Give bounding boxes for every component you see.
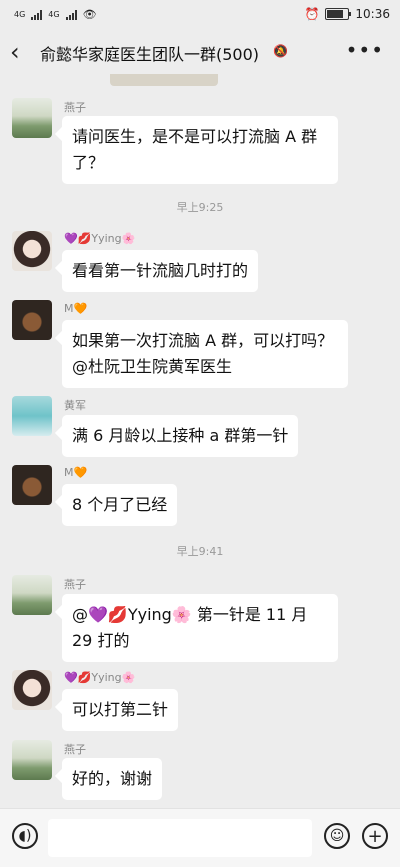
voice-icon[interactable]: ◖) [12,823,38,849]
message-bubble[interactable]: 8 个月了已经 [62,484,178,526]
plus-icon[interactable]: + [362,823,388,849]
sender-name: 燕子 [64,101,86,114]
avatar[interactable] [12,396,52,436]
sender-name: 💜💋Yying🌸 [64,671,136,684]
sender-name: 燕子 [64,743,86,756]
timestamp: 早上9:41 [176,545,224,558]
sender-name: M🧡 [64,302,88,315]
status-bar: 4G 4G 👁 ⏰ 10:36 [0,0,400,30]
avatar[interactable] [12,740,52,780]
avatar[interactable] [12,575,52,615]
eye-icon: 👁 [82,8,97,21]
message-bubble[interactable]: @💜💋Yying🌸 第一针是 11 月 29 打的 [62,594,338,662]
avatar[interactable] [12,670,52,710]
message-bubble[interactable]: 如果第一次打流脑 A 群，可以打吗？@杜阮卫生院黄军医生 [62,320,348,388]
message-bubble[interactable]: 满 6 月龄以上接种 a 群第一针 [62,415,299,457]
sender-name: M🧡 [64,466,88,479]
back-arrow-icon[interactable]: ‹ [10,38,34,66]
signal-icon [31,9,43,20]
image-message-fragment[interactable] [110,74,218,86]
avatar[interactable] [12,465,52,505]
mute-bell-icon: 🔕 [273,44,288,58]
alarm-icon: ⏰ [304,7,320,21]
sender-name: 黄军 [64,399,86,412]
chat-title: 俞懿华家庭医生团队一群(500) [40,45,260,64]
message-input[interactable] [48,819,312,857]
message-bubble[interactable]: 可以打第二针 [62,689,179,731]
more-icon[interactable]: ••• [346,38,384,62]
network-type-2: 4G [48,10,60,19]
avatar[interactable] [12,231,52,271]
network-type-1: 4G [14,10,26,19]
clock-time: 10:36 [355,7,390,21]
timestamp: 早上9:25 [176,201,224,214]
chat-header: ‹ 俞懿华家庭医生团队一群(500) 🔕 ••• [0,30,400,74]
message-bubble[interactable]: 看看第一针流脑几时打的 [62,250,259,292]
sender-name: 💜💋Yying🌸 [64,232,136,245]
avatar[interactable] [12,300,52,340]
battery-icon [325,8,352,20]
avatar[interactable] [12,98,52,138]
emoji-icon[interactable]: ☺ [324,823,350,849]
message-bubble[interactable]: 好的，谢谢 [62,758,163,800]
signal-icon [65,9,77,20]
message-bubble[interactable]: 请问医生，是不是可以打流脑 A 群了？ [62,116,338,184]
input-bar: ◖) ☺ + [0,808,400,867]
sender-name: 燕子 [64,578,86,591]
